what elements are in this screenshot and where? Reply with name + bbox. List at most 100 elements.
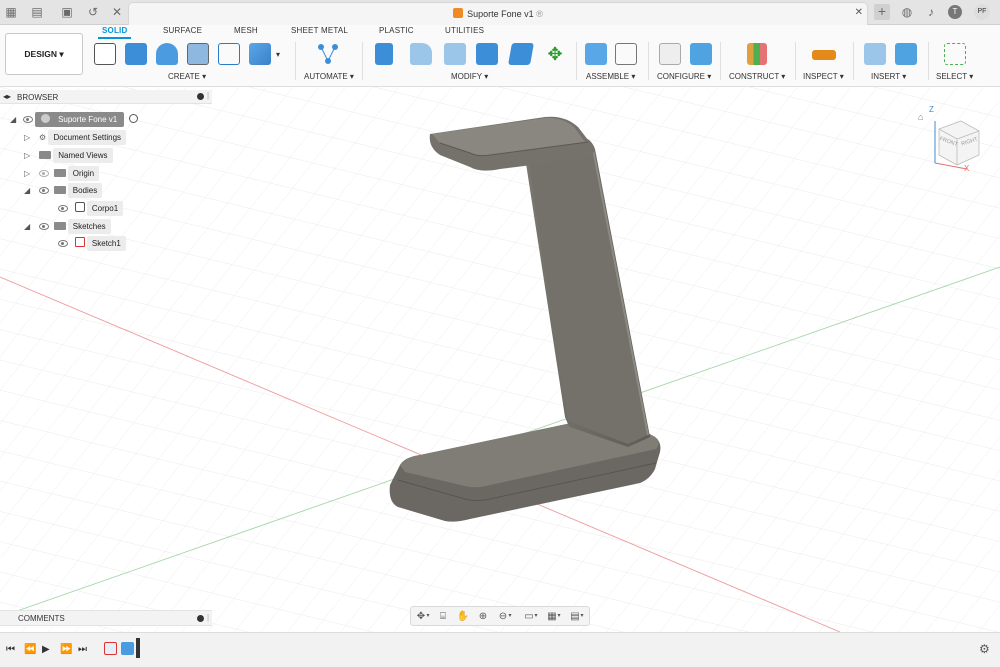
comments-resize-icon[interactable]: | (207, 613, 209, 622)
design-workspace-button[interactable]: DESIGN ▾ (5, 33, 83, 75)
help-icon[interactable]: T (948, 5, 962, 19)
automate-menu[interactable]: AUTOMATE ▾ (304, 72, 354, 81)
timeline-end-icon[interactable]: ⏭ (78, 644, 87, 655)
browser-item-origin[interactable]: ▷ Origin (24, 166, 100, 181)
extrude-icon[interactable] (125, 43, 147, 65)
timeline-start-icon[interactable]: ⏮ (6, 644, 15, 655)
sketch1-label: Sketch1 (86, 236, 126, 251)
joint-icon[interactable] (615, 43, 637, 65)
insert-canvas-icon[interactable] (895, 43, 917, 65)
move-copy-icon[interactable]: ✥ (544, 43, 566, 65)
zoom-icon[interactable]: ⊕ (476, 610, 490, 623)
viewcube[interactable]: Z X FRONT RIGHT (929, 105, 981, 173)
3d-viewport[interactable]: Z X FRONT RIGHT ⌂ (0, 87, 1000, 632)
fillet-icon[interactable] (410, 43, 432, 65)
comments-pin-icon[interactable] (197, 615, 204, 622)
create-more-icon[interactable]: ▾ (276, 50, 280, 59)
app-grid-icon[interactable]: ▦ (4, 5, 18, 19)
fit-dropdown-icon[interactable]: ▾ (507, 610, 513, 623)
tab-mesh[interactable]: MESH (234, 26, 258, 35)
user-avatar[interactable]: PF (974, 4, 990, 20)
timeline-extrude-feature[interactable] (121, 642, 134, 655)
document-icon (41, 114, 51, 123)
tab-plastic[interactable]: PLASTIC (379, 26, 414, 35)
new-tab-icon[interactable]: + (874, 4, 890, 20)
display-dropdown-icon[interactable]: ▾ (533, 610, 539, 623)
configure-menu[interactable]: CONFIGURE ▾ (657, 72, 711, 81)
pan-icon[interactable]: ✋ (456, 610, 470, 623)
new-component-icon[interactable] (585, 43, 607, 65)
timeline-sketch-feature[interactable] (104, 642, 117, 655)
offset-plane-icon[interactable] (747, 43, 767, 65)
automate-icon[interactable] (317, 43, 339, 65)
visibility-eye-icon[interactable] (39, 170, 50, 177)
timeline-play-icon[interactable]: ▶ (42, 644, 50, 655)
file-menu-icon[interactable]: ▤ (30, 5, 44, 19)
viewports-dropdown-icon[interactable]: ▾ (579, 610, 585, 623)
tab-sheet-metal[interactable]: SHEET METAL (291, 26, 348, 35)
browser-item-root[interactable]: ◢ Suporte Fone v1 (10, 112, 139, 127)
construct-menu[interactable]: CONSTRUCT ▾ (729, 72, 785, 81)
assemble-menu[interactable]: ASSEMBLE ▾ (586, 72, 635, 81)
home-view-icon[interactable]: ⌂ (918, 112, 923, 122)
close-tab-icon[interactable]: ✕ (855, 7, 863, 18)
revolve-icon[interactable] (156, 43, 178, 65)
offset-face-icon[interactable] (508, 43, 534, 65)
tab-solid[interactable]: SOLID (98, 26, 132, 39)
shell-icon[interactable] (444, 43, 466, 65)
timeline-next-icon[interactable]: ⏩ (60, 644, 72, 655)
grid-dropdown-icon[interactable]: ▾ (556, 610, 562, 623)
settings-gear-icon[interactable]: ⚙ (979, 642, 990, 656)
rectangle-pattern-icon[interactable] (218, 43, 240, 65)
tab-surface[interactable]: SURFACE (163, 26, 202, 35)
press-pull-icon[interactable] (375, 43, 393, 65)
model-canvas[interactable] (0, 87, 1000, 632)
comments-panel-header[interactable]: COMMENTS | (0, 610, 212, 626)
document-title: Suporte Fone v1 (467, 9, 534, 19)
browser-item-sketches[interactable]: ◢ Sketches (24, 219, 111, 234)
visibility-eye-icon[interactable] (39, 187, 50, 194)
visibility-eye-icon[interactable] (58, 240, 68, 247)
browser-item-sketch1[interactable]: Sketch1 (58, 236, 126, 251)
select-window-icon[interactable] (944, 43, 966, 65)
form-icon[interactable] (249, 43, 271, 65)
browser-item-named-views[interactable]: ▷ Named Views (24, 148, 113, 163)
browser-pin-icon[interactable] (197, 93, 204, 100)
insert-derive-icon[interactable] (864, 43, 886, 65)
browser-resize-icon[interactable]: | (207, 91, 209, 100)
extensions-icon[interactable]: ◍ (900, 5, 914, 19)
visibility-eye-icon[interactable] (58, 205, 68, 212)
inspect-menu[interactable]: INSPECT ▾ (803, 72, 844, 81)
hole-icon[interactable] (187, 43, 209, 65)
browser-item-bodies[interactable]: ◢ Bodies (24, 183, 103, 198)
timeline-marker[interactable] (136, 638, 140, 658)
browser-item-corpo1[interactable]: Corpo1 (58, 201, 124, 216)
create-menu[interactable]: CREATE ▾ (168, 72, 206, 81)
document-tab[interactable]: Suporte Fone v1 ® ✕ (128, 2, 868, 25)
look-at-icon[interactable]: ⌸ (436, 610, 450, 623)
measure-icon[interactable] (812, 50, 836, 60)
activate-radio-icon[interactable] (129, 114, 139, 123)
insert-menu[interactable]: INSERT ▾ (871, 72, 906, 81)
configure-table-icon[interactable] (659, 43, 681, 65)
browser-item-document-settings[interactable]: ▷ ⚙ Document Settings (24, 130, 127, 145)
tab-utilities[interactable]: UTILITIES (445, 26, 484, 35)
z-axis-label: Z (929, 105, 934, 114)
combine-icon[interactable] (476, 43, 498, 65)
body-icon (74, 202, 85, 212)
modify-menu[interactable]: MODIFY ▾ (451, 72, 488, 81)
undo-icon[interactable]: ↺ (86, 5, 100, 19)
visibility-eye-icon[interactable] (39, 223, 50, 230)
origin-label: Origin (67, 166, 100, 181)
collapse-browser-icon[interactable]: ◂▸ (3, 92, 11, 101)
select-menu[interactable]: SELECT ▾ (936, 72, 973, 81)
create-sketch-icon[interactable] (94, 43, 116, 65)
browser-panel-header[interactable]: ◂▸ BROWSER | (0, 90, 212, 104)
timeline-previous-icon[interactable]: ⏪ (24, 644, 36, 655)
close-icon[interactable]: ✕ (110, 5, 124, 19)
configure-image-icon[interactable] (690, 43, 712, 65)
save-icon[interactable]: ▣ (60, 5, 74, 19)
visibility-eye-icon[interactable] (22, 116, 33, 123)
notifications-icon[interactable]: ♪ (924, 5, 938, 19)
orbit-dropdown-icon[interactable]: ▾ (425, 610, 431, 623)
